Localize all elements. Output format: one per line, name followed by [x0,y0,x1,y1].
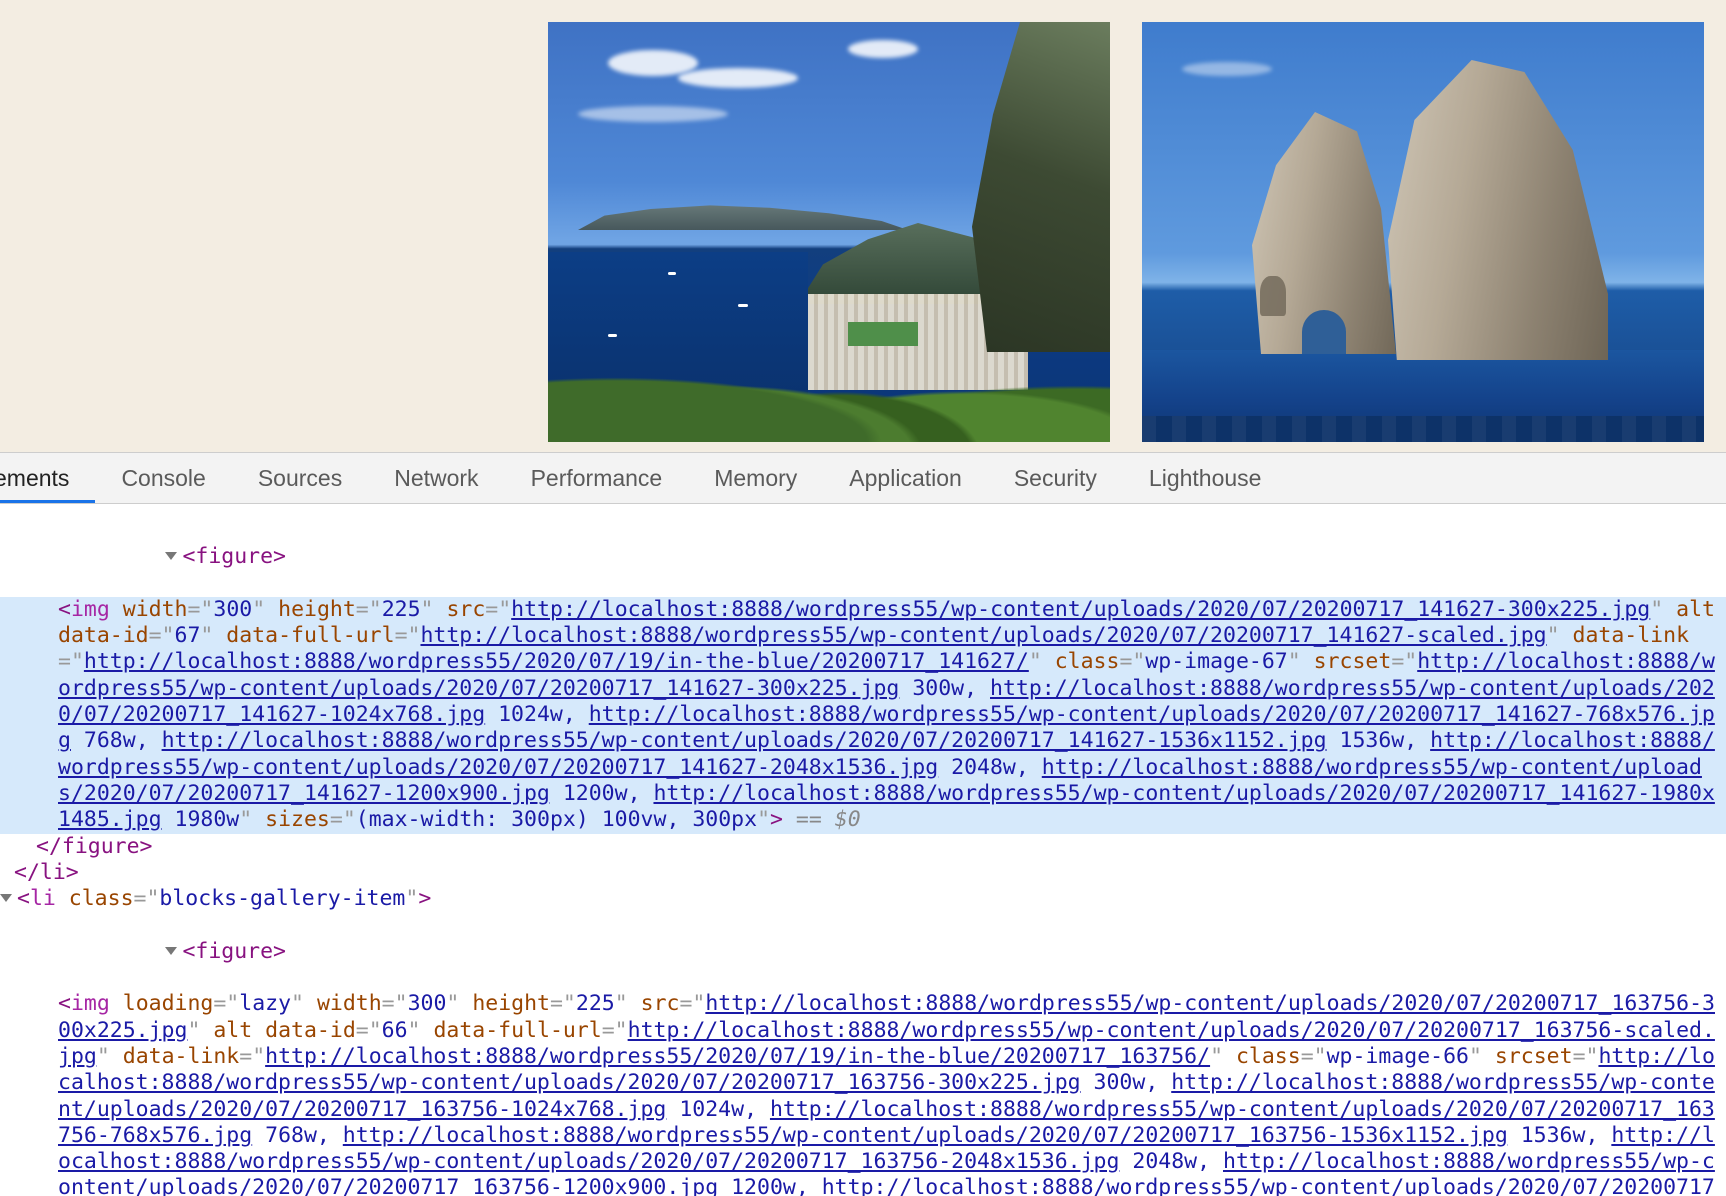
image-gallery [548,22,1704,442]
tab-lighthouse[interactable]: Lighthouse [1123,453,1288,504]
tab-sources[interactable]: Sources [232,453,368,504]
chevron-down-icon[interactable] [165,552,177,560]
attr-value-loading: lazy [239,991,291,1016]
attr-data-full-url[interactable]: data-full-url [433,1018,601,1043]
attr-width[interactable]: width [317,991,382,1016]
attr-height[interactable]: height [472,991,550,1016]
chevron-down-icon[interactable] [0,894,12,902]
attr-srcset[interactable]: srcset [1314,649,1392,674]
li-close-tag-1: </li> [14,860,79,885]
attr-data-link[interactable]: data-link [1573,623,1690,648]
dom-node-figure-open-2[interactable]: <figure> [0,912,1726,991]
webpage-viewport [0,0,1726,452]
attr-src[interactable]: src [641,991,680,1016]
figure-open-tag-2: <figure> [182,939,286,964]
attr-data-link[interactable]: data-link [123,1044,240,1069]
attr-alt[interactable]: alt [213,1018,252,1043]
attr-value-width: 300 [213,597,252,622]
srcset-url[interactable]: http://localhost:8888/wordpress55/wp-con… [343,1123,1508,1148]
dom-node-figure-open-1[interactable]: <figure> [0,518,1726,597]
dom-node-img-2[interactable]: <img loading="lazy" width="300" height="… [0,991,1726,1196]
devtools-tabbar: ements Console Sources Network Performan… [0,453,1726,504]
attr-value-data-id: 66 [382,1018,408,1043]
attr-value-width: 300 [408,991,447,1016]
dom-tree[interactable]: <figure> <img width="300" height="225" s… [0,504,1726,1196]
attr-class[interactable]: class [1055,649,1120,674]
attr-value-class: wp-image-66 [1327,1044,1469,1069]
dom-node-li-open-2[interactable]: <li class="blocks-gallery-item"> [0,886,1726,912]
attr-class[interactable]: class [1236,1044,1301,1069]
attr-value-height: 225 [382,597,421,622]
chevron-down-icon[interactable] [165,947,177,955]
attr-value-src[interactable]: http://localhost:8888/wordpress55/wp-con… [511,597,1650,622]
attr-data-id[interactable]: data-id [58,623,149,648]
tab-console[interactable]: Console [95,453,231,504]
attr-width[interactable]: width [123,597,188,622]
attr-value-data-link[interactable]: http://localhost:8888/wordpress55/2020/0… [84,649,1029,674]
attr-value-data-link[interactable]: http://localhost:8888/wordpress55/2020/0… [265,1044,1210,1069]
devtools-screenshot: ements Console Sources Network Performan… [0,0,1726,1196]
dom-node-img-1[interactable]: <img width="300" height="225" src="http:… [0,597,1726,834]
tab-application[interactable]: Application [823,453,988,504]
selected-node-marker: == $0 [796,807,861,832]
attr-value-data-id: 67 [175,623,201,648]
attr-sizes[interactable]: sizes [265,807,330,832]
tab-elements[interactable]: ements [0,453,95,504]
figure-close-tag-1: </figure> [36,834,153,859]
dom-node-li-close-1[interactable]: </li> [0,860,1726,886]
attr-value-height: 225 [576,991,615,1016]
clipped-dom-line [0,504,1726,518]
attr-value-sizes: (max-width: 300px) 100vw, 300px [356,807,757,832]
attr-value-class: blocks-gallery-item [159,886,405,911]
attr-loading[interactable]: loading [123,991,214,1016]
attr-alt[interactable]: alt [1676,597,1715,622]
attr-value-class: wp-image-67 [1145,649,1287,674]
dom-node-figure-close-1[interactable]: </figure> [0,834,1726,860]
attr-src[interactable]: src [446,597,485,622]
tab-security[interactable]: Security [988,453,1123,504]
attr-height[interactable]: height [278,597,356,622]
tab-performance[interactable]: Performance [505,453,689,504]
attr-srcset[interactable]: srcset [1495,1044,1573,1069]
srcset-url[interactable]: http://localhost:8888/wordpress55/wp-con… [162,728,1327,753]
tab-network[interactable]: Network [368,453,504,504]
capri-coastline-photo[interactable] [548,22,1110,442]
faraglioni-rocks-photo[interactable] [1142,22,1704,442]
attr-data-id[interactable]: data-id [265,1018,356,1043]
attr-data-full-url[interactable]: data-full-url [226,623,394,648]
devtools-panel: ements Console Sources Network Performan… [0,452,1726,1196]
tab-memory[interactable]: Memory [688,453,823,504]
figure-open-tag-1: <figure> [182,544,286,569]
attr-class[interactable]: class [69,886,134,911]
attr-value-data-full-url[interactable]: http://localhost:8888/wordpress55/wp-con… [420,623,1546,648]
